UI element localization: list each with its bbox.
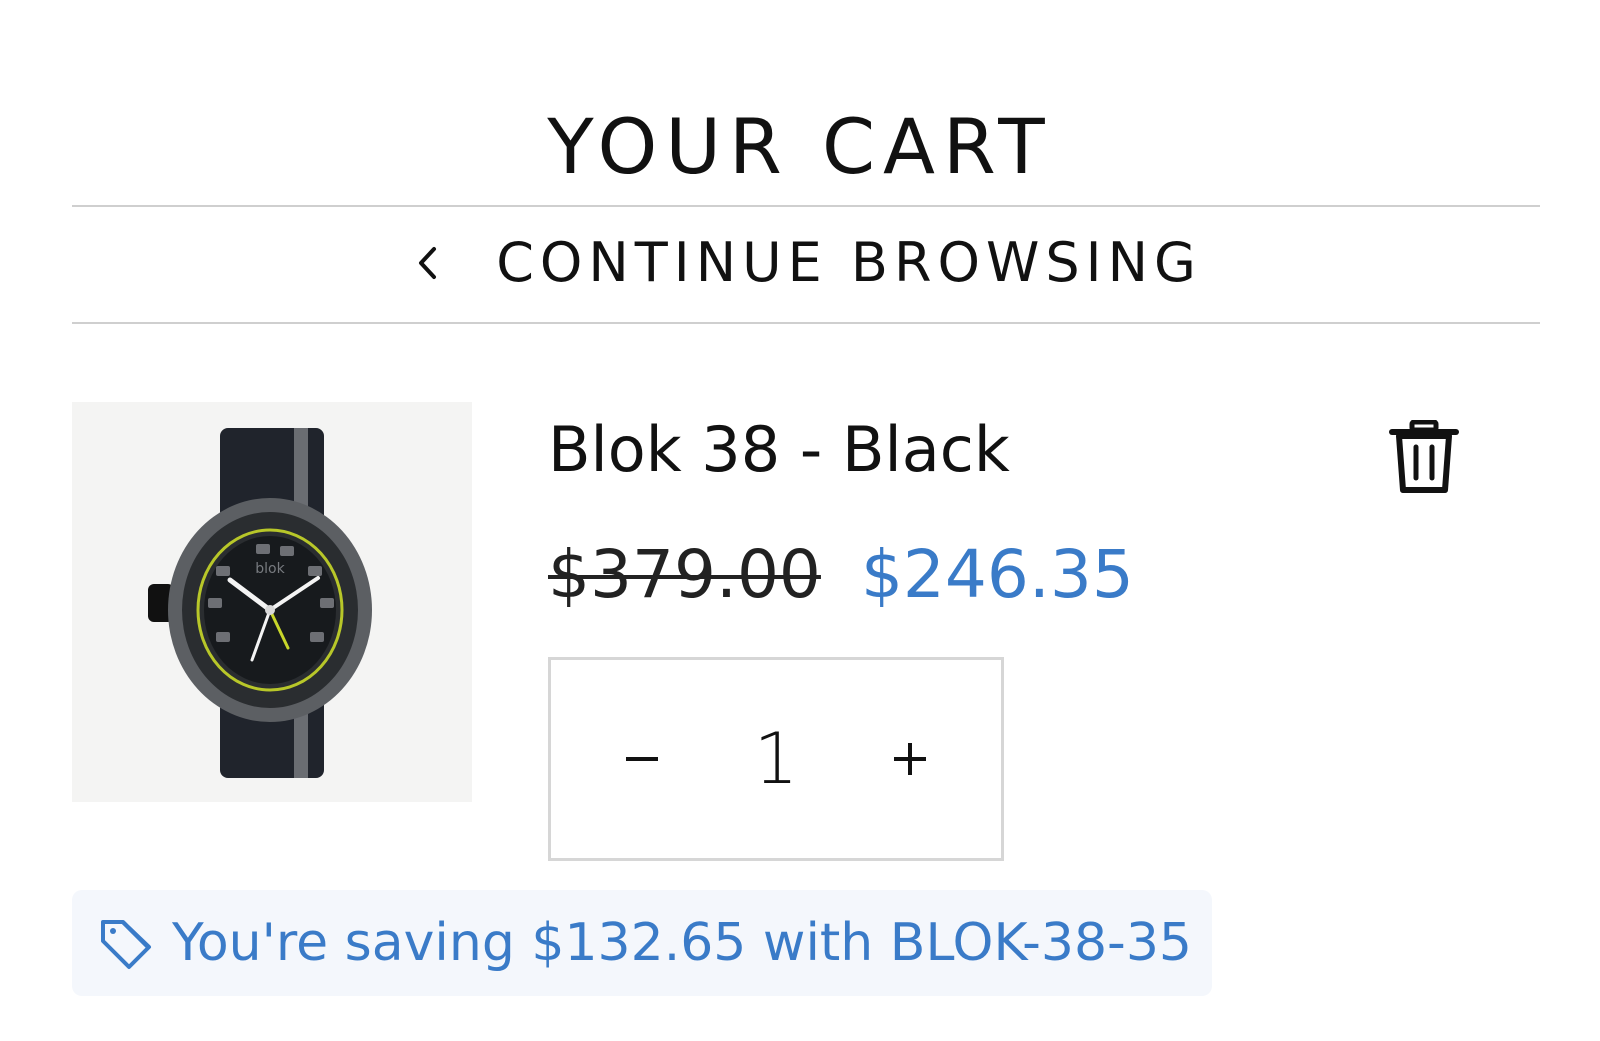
quantity-value[interactable]: 1 <box>736 718 816 800</box>
quantity-stepper[interactable]: 1 <box>548 657 1004 861</box>
price-row: $379.00 $246.35 <box>548 532 1134 618</box>
bottom-divider <box>72 322 1540 324</box>
minus-icon <box>626 757 658 761</box>
savings-message: You're saving $132.65 with BLOK-38-35 <box>172 913 1192 973</box>
plus-icon <box>894 743 926 775</box>
watch-image: blok <box>148 428 372 778</box>
product-image[interactable]: blok <box>72 402 472 802</box>
trash-icon[interactable] <box>1388 420 1460 496</box>
original-price: $379.00 <box>548 536 821 613</box>
quantity-decrement-button[interactable] <box>607 724 677 794</box>
savings-banner: You're saving $132.65 with BLOK-38-35 <box>72 890 1212 996</box>
quantity-increment-button[interactable] <box>875 724 945 794</box>
tag-icon <box>101 920 151 969</box>
continue-browsing-link[interactable]: CONTINUE BROWSING <box>72 205 1540 320</box>
cart-title: YOUR CART <box>547 101 1053 191</box>
sale-price: $246.35 <box>860 536 1134 613</box>
watch-logo-text: blok <box>255 561 285 577</box>
continue-browsing-label: CONTINUE BROWSING <box>496 231 1202 294</box>
product-name[interactable]: Blok 38 - Black <box>548 410 1010 490</box>
chevron-left-icon <box>419 246 437 279</box>
